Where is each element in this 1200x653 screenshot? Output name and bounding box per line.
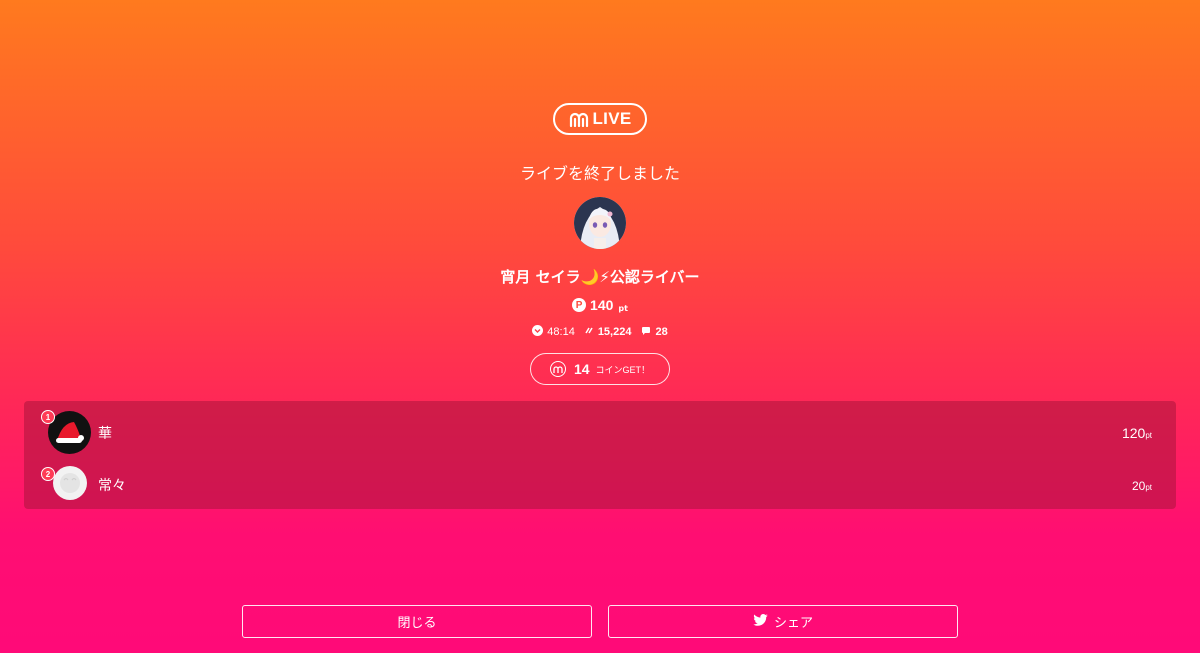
- rank-badge: 1: [41, 410, 55, 424]
- ranking-avatar: 2: [41, 466, 87, 500]
- twitter-icon: [753, 614, 768, 629]
- viewers-icon: [585, 326, 594, 338]
- ranking-points-value: 20: [1131, 479, 1146, 493]
- ranking-points-unit: pt: [1145, 483, 1152, 492]
- ranking-row[interactable]: 1 華 120pt: [24, 401, 1176, 463]
- share-button[interactable]: シェア: [608, 605, 958, 638]
- ranking-points: 120pt: [1122, 425, 1152, 443]
- coin-count: 14: [573, 361, 590, 377]
- logo-text: LIVE: [592, 109, 632, 128]
- streamer-avatar[interactable]: [574, 197, 626, 249]
- ranking-points-value: 120: [1121, 425, 1146, 441]
- viewers-stat: 15,224: [585, 326, 632, 338]
- mirrativ-logo-icon: [569, 111, 589, 127]
- ranking-avatar: 1: [41, 410, 91, 454]
- point-icon: P: [572, 298, 587, 312]
- points-unit: pt: [618, 303, 628, 313]
- total-points: P 140 pt: [0, 297, 1200, 313]
- ranking-points-unit: pt: [1145, 431, 1152, 440]
- comment-icon: [641, 326, 651, 339]
- coin-get-badge: 14 コインGET！: [530, 353, 670, 385]
- live-stats: 48:14 15,224 28: [0, 325, 1200, 339]
- duration-stat: 48:14: [532, 325, 575, 339]
- views-value: 15,224: [597, 326, 632, 338]
- coin-icon: [549, 361, 566, 377]
- ranking-name: 常々: [98, 478, 126, 494]
- clock-icon: [532, 325, 544, 339]
- comments-value: 28: [655, 326, 668, 338]
- avatar: [53, 466, 87, 500]
- duration-value: 48:14: [547, 326, 575, 338]
- ranking-row[interactable]: 2 常々 20pt: [24, 463, 1176, 509]
- streamer-name: 宵月 セイラ🌙⚡公認ライバー: [500, 268, 700, 286]
- close-button-label: 閉じる: [397, 615, 437, 630]
- mirrativ-live-logo: LIVE: [553, 103, 647, 135]
- ranking-name: 華: [98, 426, 112, 442]
- close-button[interactable]: 閉じる: [242, 605, 592, 638]
- coin-label: コインGET！: [595, 364, 651, 375]
- ranking-points: 20pt: [1132, 477, 1152, 495]
- share-button-label: シェア: [773, 615, 813, 630]
- live-ended-message: ライブを終了しました: [519, 164, 680, 183]
- comments-stat: 28: [641, 326, 668, 339]
- points-value: 140: [590, 297, 614, 313]
- supporter-ranking: 1 華 120pt 2 常々 20pt: [24, 401, 1176, 509]
- rank-badge: 2: [41, 467, 55, 481]
